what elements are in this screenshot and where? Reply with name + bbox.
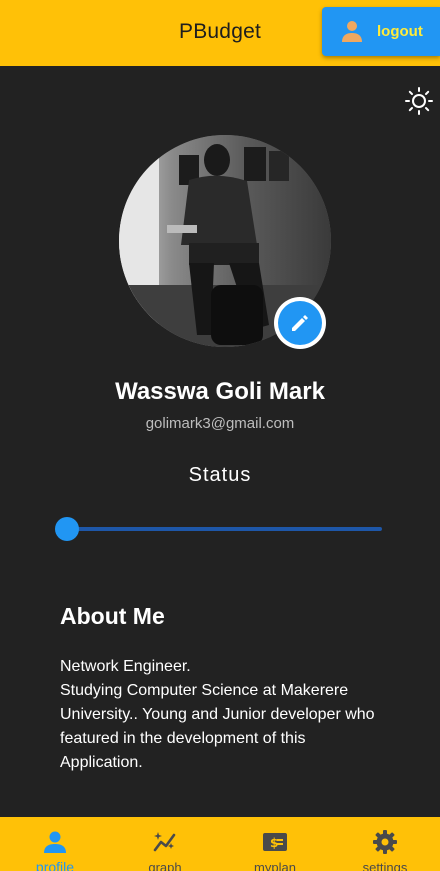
person-icon xyxy=(42,829,68,855)
slider-thumb[interactable] xyxy=(55,517,79,541)
app-bar: PBudget logout xyxy=(0,0,440,66)
theme-toggle-button[interactable] xyxy=(404,86,434,116)
nav-label-myplan: myplan xyxy=(254,860,296,871)
edit-photo-button-fill xyxy=(278,301,322,345)
profile-name: Wasswa Goli Mark xyxy=(115,378,325,405)
slider-track xyxy=(67,527,382,531)
auto-graph-icon xyxy=(152,829,178,855)
about-text: Network Engineer. Studying Computer Scie… xyxy=(60,658,375,771)
nav-item-myplan[interactable]: $ myplan xyxy=(220,817,330,871)
nav-item-profile[interactable]: profile xyxy=(0,817,110,871)
logout-label: logout xyxy=(377,23,423,40)
status-slider[interactable] xyxy=(55,517,385,541)
sun-icon xyxy=(404,87,434,120)
profile-email: golimark3@gmail.com xyxy=(145,415,295,432)
nav-label-settings: settings xyxy=(362,860,408,871)
nav-label-graph: graph xyxy=(148,860,182,871)
logout-button[interactable]: logout xyxy=(322,7,440,56)
nav-label-profile: profile xyxy=(35,859,75,871)
person-icon xyxy=(340,19,364,43)
money-plan-icon: $ xyxy=(262,829,288,855)
bottom-nav: profile graph $ myplan settings xyxy=(0,817,440,871)
nav-item-graph[interactable]: graph xyxy=(110,817,220,871)
status-label: Status xyxy=(188,464,252,486)
about-title: About Me xyxy=(60,603,165,629)
gear-icon xyxy=(372,829,398,855)
profile-screen: PBudget logout Wasswa Goli Mark golimark… xyxy=(0,0,440,871)
nav-item-settings[interactable]: settings xyxy=(330,817,440,871)
edit-photo-button[interactable] xyxy=(274,297,326,349)
